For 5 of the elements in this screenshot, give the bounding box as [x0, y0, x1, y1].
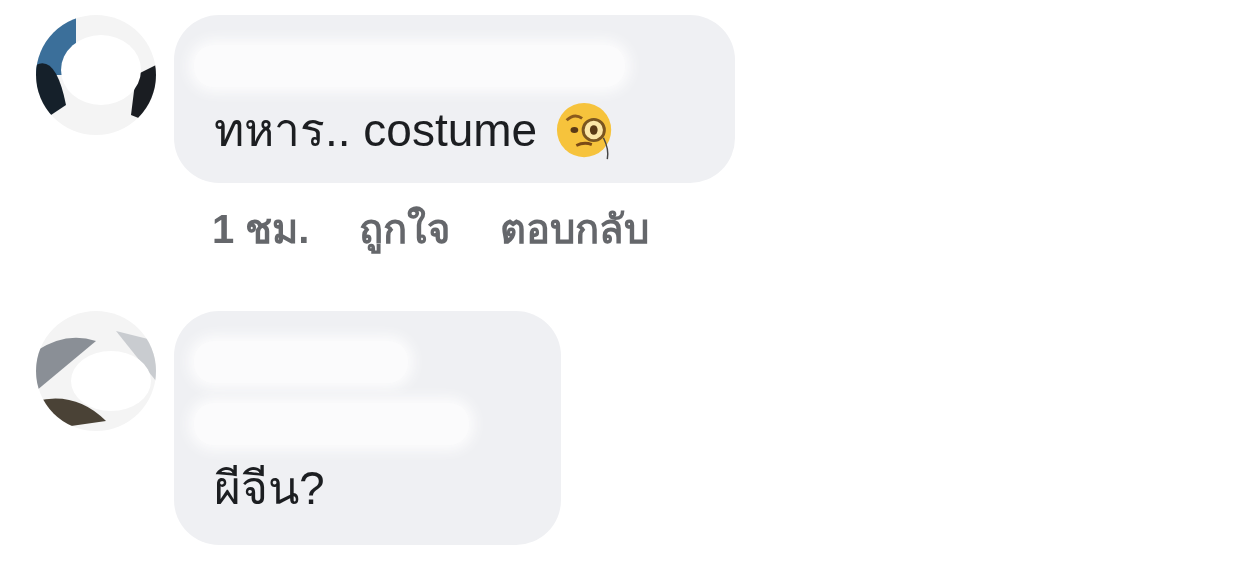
reply-link[interactable]: ตอบกลับ [500, 197, 650, 261]
comment-text: ผีจีน? [214, 461, 325, 516]
like-link[interactable]: ถูกใจ [359, 197, 451, 261]
comment-text: ทหาร.. costume [214, 103, 538, 158]
comment-time: 1 ชม. [212, 206, 310, 253]
